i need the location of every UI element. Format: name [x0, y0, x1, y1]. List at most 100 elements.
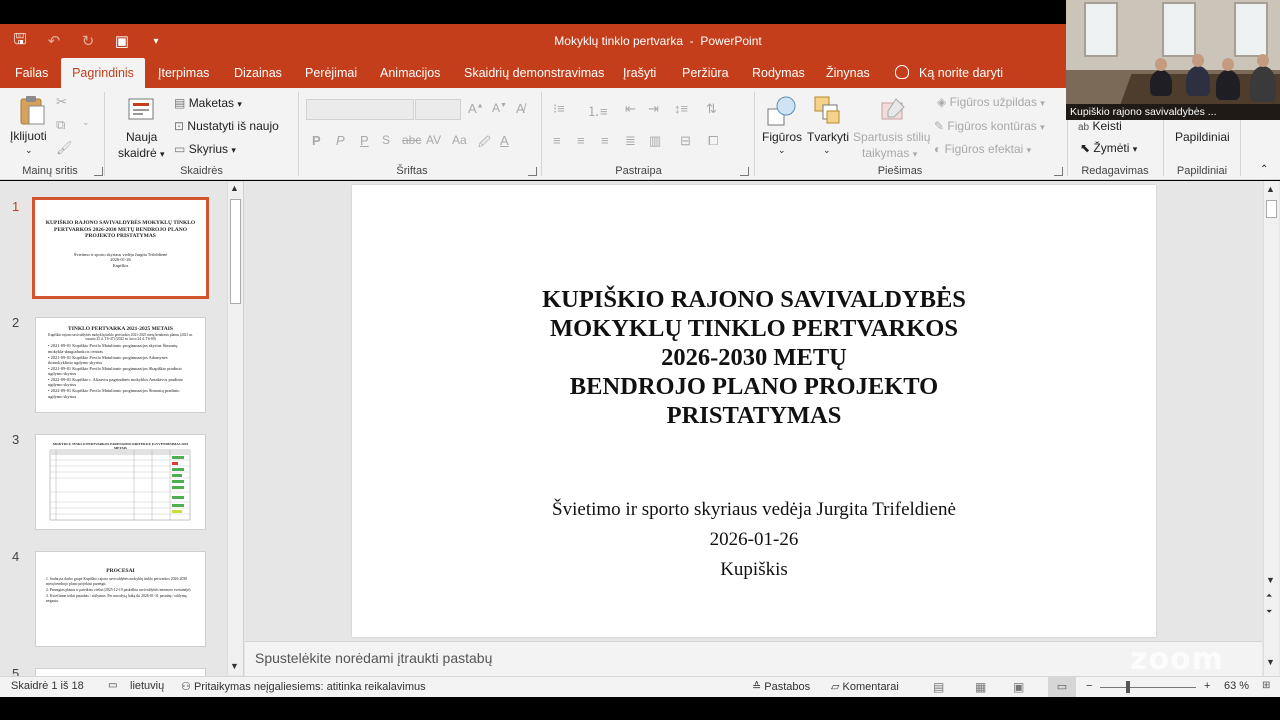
language-indicator[interactable]: lietuvių [130, 680, 164, 692]
scroll-down-icon[interactable]: ▼ [1266, 575, 1275, 585]
shape-effects-button[interactable]: ◐ Figūros efektai ▾ [934, 142, 1031, 156]
numbering-icon[interactable]: ⒈≡ [587, 101, 608, 120]
slide-thumbnail-4[interactable]: PROCESAI 1. Sudaryta darbo grupė Kupiški… [35, 551, 206, 647]
scroll-up-icon[interactable]: ▲ [1266, 184, 1275, 194]
cut-icon[interactable]: ✂ [56, 94, 67, 110]
notes-button[interactable]: ≙ Pastabos [752, 680, 810, 693]
copy-dropdown-icon[interactable]: ⌄ [82, 117, 90, 128]
next-slide-icon[interactable]: ⏷ [1266, 607, 1272, 617]
scroll-down-icon[interactable]: ▼ [1266, 657, 1275, 667]
reset-button[interactable]: ⊡ Nustatyti iš naujo [174, 119, 279, 133]
align-left-icon[interactable]: ≡ [553, 133, 561, 148]
paste-dropdown-icon[interactable]: ⌄ [25, 145, 33, 156]
line-spacing-icon[interactable]: ↕≡ [674, 101, 688, 116]
layout-button[interactable]: ▤ Maketas ▾ [174, 96, 242, 110]
quick-styles-icon[interactable] [878, 95, 908, 127]
slide-thumbnail-1[interactable]: KUPIŠKIO RAJONO SAVIVALDYBĖS MOKYKLŲ TIN… [32, 197, 209, 299]
tab-view[interactable]: Rodymas [744, 58, 813, 88]
underline-icon[interactable]: P [360, 133, 369, 148]
arrange-icon[interactable] [813, 95, 843, 127]
section-button[interactable]: ▭ Skyrius ▾ [174, 142, 236, 156]
drawing-launcher-icon[interactable] [1054, 167, 1063, 176]
thumbnail-scrollbar[interactable]: ▲ ▼ [227, 182, 243, 675]
change-case-icon[interactable]: Aa [452, 133, 467, 147]
font-name-box[interactable] [306, 99, 414, 120]
slide-canvas[interactable]: KUPIŠKIO RAJONO SAVIVALDYBĖS MOKYKLŲ TIN… [352, 185, 1156, 637]
collapse-ribbon-icon[interactable]: ⌃ [1260, 164, 1268, 175]
scroll-down-icon[interactable]: ▼ [230, 661, 239, 671]
increase-indent-icon[interactable]: ⇥ [648, 101, 659, 117]
copy-icon[interactable]: ⧉ [56, 117, 65, 133]
spelling-icon[interactable]: ▭ [108, 680, 117, 691]
align-right-icon[interactable]: ≡ [601, 133, 609, 148]
slide-subtitle[interactable]: Švietimo ir sporto skyriaus vedėja Jurgi… [352, 495, 1156, 585]
arrange-dropdown-icon[interactable]: ⌄ [823, 145, 831, 156]
tab-animations[interactable]: Animacijos [372, 58, 448, 88]
slide-thumbnail-2[interactable]: TINKLO PERTVARKA 2021-2025 METAIS Kupišk… [35, 317, 206, 413]
quick-styles-label-1[interactable]: Spartusis stilių [853, 130, 930, 144]
clear-formatting-icon[interactable]: A̸ [516, 101, 525, 116]
tab-design[interactable]: Dizainas [226, 58, 290, 88]
zoom-slider-thumb[interactable] [1126, 681, 1130, 693]
slide-thumbnail-3[interactable]: MOKYKLŲ TINKLO PERTVARKOS PARENGIMO KRIT… [35, 434, 206, 530]
tab-home[interactable]: Pagrindinis [61, 58, 145, 88]
font-color-icon[interactable]: A [500, 133, 509, 148]
accessibility-button[interactable]: ⚇ Pritaikymas neįgaliesiems: atitinka re… [181, 680, 426, 693]
columns-icon[interactable]: ▥ [649, 133, 661, 149]
addins-button[interactable]: Papildiniai [1175, 130, 1230, 144]
align-text-icon[interactable]: ⊟ [680, 133, 691, 149]
tab-file[interactable]: Failas [7, 58, 56, 88]
shapes-button[interactable]: Figūros [762, 130, 802, 144]
shadow-icon[interactable]: S [382, 133, 390, 147]
shape-outline-button[interactable]: ✎ Figūros kontūras ▾ [934, 119, 1045, 133]
tab-slideshow[interactable]: Skaidrių demonstravimas [456, 58, 612, 88]
shapes-dropdown-icon[interactable]: ⌄ [778, 145, 786, 156]
select-button[interactable]: ⬉ Žymėti ▾ [1080, 141, 1137, 155]
tab-insert[interactable]: Įterpimas [150, 58, 217, 88]
paste-icon[interactable] [18, 94, 46, 126]
decrease-indent-icon[interactable]: ⇤ [625, 101, 636, 117]
font-launcher-icon[interactable] [528, 167, 537, 176]
justify-icon[interactable]: ≣ [625, 133, 636, 149]
comments-button[interactable]: ▱ Komentarai [831, 680, 899, 693]
normal-view-icon[interactable]: ▤ [933, 680, 944, 694]
notes-pane[interactable]: Spustelėkite norėdami įtraukti pastabų [245, 641, 1262, 676]
previous-slide-icon[interactable]: ⏶ [1266, 591, 1272, 601]
tab-transitions[interactable]: Perėjimai [297, 58, 365, 88]
new-slide-label-2[interactable]: skaidrė ▾ [118, 146, 165, 160]
reading-view-icon[interactable]: ▣ [1013, 680, 1024, 694]
scrollbar-thumb[interactable] [1266, 200, 1277, 218]
slide-title[interactable]: KUPIŠKIO RAJONO SAVIVALDYBĖS MOKYKLŲ TIN… [352, 285, 1156, 430]
slide-sorter-icon[interactable]: ▦ [975, 680, 986, 694]
paragraph-launcher-icon[interactable] [740, 167, 749, 176]
tab-record[interactable]: Įrašyti [615, 58, 664, 88]
quick-styles-label-2[interactable]: taikymas ▾ [862, 146, 917, 160]
slideshow-view-icon[interactable]: ▭ [1048, 677, 1076, 697]
tab-help[interactable]: Žinynas [818, 58, 878, 88]
zoom-video-tile[interactable]: Kupiškio rajono savivaldybės ... [1066, 0, 1280, 120]
shrink-font-icon[interactable]: A▼ [492, 101, 507, 115]
scrollbar-thumb[interactable] [230, 199, 241, 304]
align-center-icon[interactable]: ≡ [577, 133, 585, 148]
zoom-slider[interactable] [1100, 687, 1196, 688]
arrange-button[interactable]: Tvarkyti [807, 130, 849, 144]
highlight-icon[interactable]: 🖉 [478, 133, 491, 154]
fit-to-window-icon[interactable]: ⊞ [1262, 680, 1270, 691]
bullets-icon[interactable]: ⁝≡ [553, 101, 565, 117]
grow-font-icon[interactable]: A▲ [468, 101, 484, 116]
clipboard-launcher-icon[interactable] [94, 167, 103, 176]
strikethrough-icon[interactable]: abc [402, 133, 421, 147]
italic-icon[interactable]: P [336, 133, 345, 148]
replace-button[interactable]: ab Keisti [1078, 119, 1122, 133]
paste-button[interactable]: Įklijuoti [10, 129, 47, 143]
bold-icon[interactable]: P [312, 133, 321, 148]
zoom-out-button[interactable]: − [1086, 680, 1092, 692]
tell-me-search[interactable]: Ką norite daryti [895, 58, 1003, 88]
new-slide-icon[interactable] [127, 95, 155, 123]
shape-fill-button[interactable]: ◈ Figūros užpildas ▾ [937, 95, 1045, 109]
shapes-icon[interactable] [766, 95, 798, 127]
char-spacing-icon[interactable]: AV [426, 133, 441, 147]
text-direction-icon[interactable]: ⇅ [706, 101, 717, 117]
new-slide-label-1[interactable]: Nauja [126, 130, 157, 144]
zoom-in-button[interactable]: + [1204, 680, 1210, 692]
